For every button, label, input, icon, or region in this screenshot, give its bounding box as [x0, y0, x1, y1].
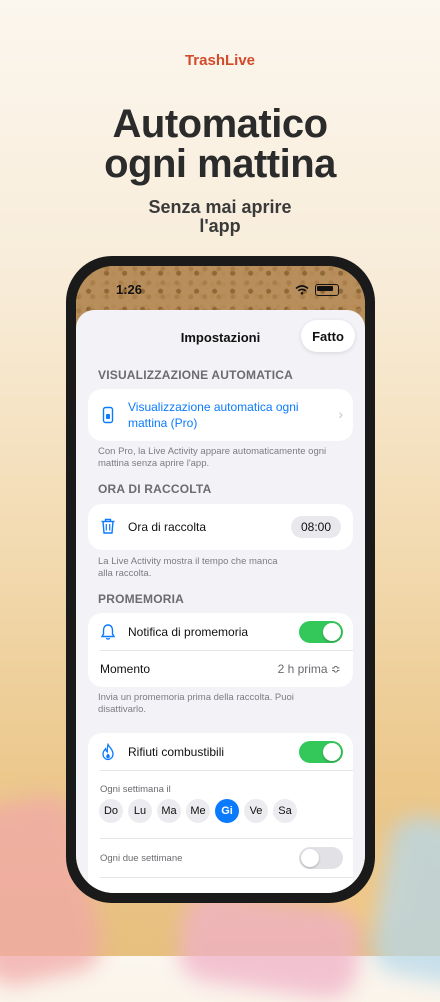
day-lu[interactable]: Lu: [128, 799, 152, 823]
moment-label: Momento: [100, 662, 151, 676]
reminder-footnote-line-2: disattivarlo.: [98, 704, 147, 715]
weekday-selector: Do Lu Ma Me Gi Ve Sa: [99, 799, 297, 823]
auto-display-label-line-2: mattina (Pro): [128, 416, 198, 430]
waste-toggle-row: Rifiuti combustibili: [88, 733, 353, 770]
bell-icon: [100, 624, 116, 640]
collection-footnote-line-1: La Live Activity mostra il tempo che man…: [98, 556, 278, 567]
collection-footnote-line-2: alla raccolta.: [98, 568, 152, 579]
collection-card: Ora di raccolta 08:00: [88, 504, 353, 550]
reminder-card: Notifica di promemoria Momento 2 h prima…: [88, 613, 353, 687]
headline-line-2: ogni mattina: [104, 142, 336, 186]
toggle-knob: [323, 623, 341, 641]
toggle-knob: [323, 743, 341, 761]
waste-label: Rifiuti combustibili: [128, 745, 225, 759]
promo-headline: Automatico ogni mattina: [0, 104, 440, 184]
day-do[interactable]: Do: [99, 799, 123, 823]
reminder-label: Notifica di promemoria: [128, 625, 249, 639]
biweekly-label: Ogni due settimane: [100, 853, 183, 864]
collection-time-label: Ora di raccolta: [128, 520, 207, 534]
phone-frame: 1:26 Impostazioni Fatto VISUALIZZAZIONE …: [66, 256, 375, 903]
done-button[interactable]: Fatto: [301, 320, 355, 352]
auto-display-card: Visualizzazione automatica ogni mattina …: [88, 389, 353, 441]
trash-icon: [101, 518, 115, 534]
section-header-collection: ORA DI RACCOLTA: [98, 482, 212, 496]
reminder-toggle-row: Notifica di promemoria: [88, 613, 353, 650]
reminder-footnote: Invia un promemoria prima della raccolta…: [98, 692, 344, 716]
collection-footnote: La Live Activity mostra il tempo che man…: [98, 556, 344, 580]
reminder-moment-row[interactable]: Momento 2 h prima ≎: [88, 650, 353, 687]
day-ve[interactable]: Ve: [244, 799, 268, 823]
day-ma[interactable]: Ma: [157, 799, 181, 823]
day-sa[interactable]: Sa: [273, 799, 297, 823]
status-time: 1:26: [116, 282, 143, 297]
reminder-footnote-line-1: Invia un promemoria prima della raccolta…: [98, 692, 294, 703]
wifi-icon: [295, 285, 309, 295]
promo-subtitle: Senza mai aprire l'app: [0, 198, 440, 236]
waste-type-card: Rifiuti combustibili Ogni settimana il D…: [88, 733, 353, 893]
collection-time-picker[interactable]: 08:00: [291, 516, 341, 538]
battery-icon: [315, 284, 339, 296]
auto-display-footnote-line-2: mattina senza aprire l'app.: [98, 458, 210, 469]
auto-display-footnote: Con Pro, la Live Activity appare automat…: [98, 446, 344, 470]
weekly-label: Ogni settimana il: [100, 784, 171, 795]
waste-toggle[interactable]: [299, 741, 343, 763]
auto-display-row[interactable]: Visualizzazione automatica ogni mattina …: [88, 389, 353, 441]
subtitle-line-1: Senza mai aprire: [148, 197, 292, 217]
settings-sheet: Impostazioni Fatto VISUALIZZAZIONE AUTOM…: [76, 310, 365, 893]
section-header-auto-display: VISUALIZZAZIONE AUTOMATICA: [98, 368, 293, 382]
section-header-reminder: PROMEMORIA: [98, 592, 184, 606]
biweekly-toggle[interactable]: [299, 847, 343, 869]
divider: [100, 877, 353, 878]
divider: [100, 770, 353, 771]
headline-line-1: Automatico: [112, 102, 329, 146]
auto-display-label-line-1: Visualizzazione automatica ogni: [128, 400, 299, 414]
brand-name: TrashLive: [184, 52, 256, 69]
toggle-knob: [301, 849, 319, 867]
chevron-right-icon: ›: [338, 406, 343, 422]
subtitle-line-2: l'app: [199, 216, 241, 236]
day-me[interactable]: Me: [186, 799, 210, 823]
reminder-toggle[interactable]: [299, 621, 343, 643]
flame-icon: [102, 743, 114, 761]
day-gi-selected[interactable]: Gi: [215, 799, 239, 823]
collection-time-row: Ora di raccolta 08:00: [88, 504, 353, 550]
auto-display-footnote-line-1: Con Pro, la Live Activity appare automat…: [98, 446, 327, 457]
status-bar: 1:26: [76, 282, 365, 302]
divider: [100, 838, 353, 839]
phone-icon: [102, 406, 114, 424]
phone-screen: 1:26 Impostazioni Fatto VISUALIZZAZIONE …: [76, 266, 365, 893]
moment-picker[interactable]: 2 h prima ≎: [278, 662, 341, 676]
